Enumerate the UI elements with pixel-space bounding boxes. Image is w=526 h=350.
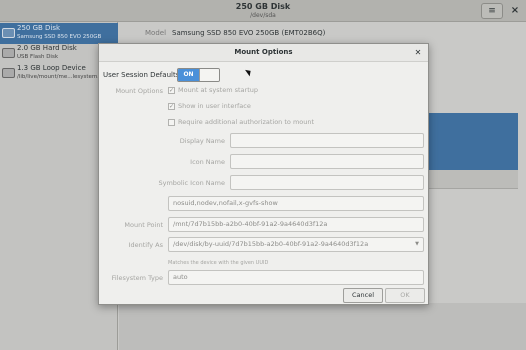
user-session-defaults-switch[interactable]: ON	[177, 68, 220, 82]
volume-toolbar	[425, 170, 518, 189]
display-name-field[interactable]	[230, 133, 424, 148]
identify-as-dropdown[interactable]: /dev/disk/by-uuid/7d7b15bb-a2b0-40bf-91a…	[168, 237, 424, 252]
symbolic-icon-name-field[interactable]	[230, 175, 424, 190]
device-name: 250 GB Disk	[17, 24, 61, 32]
filesystem-type-label: Filesystem Type	[111, 274, 163, 282]
display-name-label: Display Name	[179, 137, 225, 145]
dialog-titlebar: Mount Options ✕	[99, 44, 428, 62]
show-in-ui-checkbox[interactable]: ✓	[168, 103, 175, 110]
mount-options-field[interactable]: nosuid,nodev,nofail,x-gvfs-show	[168, 196, 424, 211]
require-auth-checkbox[interactable]	[168, 119, 175, 126]
device-name: 1.3 GB Loop Device	[17, 64, 86, 72]
cancel-button[interactable]: Cancel	[343, 288, 383, 303]
identify-as-value: /dev/disk/by-uuid/7d7b15bb-a2b0-40bf-91a…	[173, 240, 369, 248]
switch-knob[interactable]	[199, 69, 219, 81]
mount-options-dialog: Mount Options ✕ User Session Defaults ON…	[98, 43, 429, 305]
filesystem-type-field[interactable]: auto	[168, 270, 424, 285]
user-session-defaults-label: User Session Defaults	[103, 71, 180, 79]
mount-point-label: Mount Point	[124, 221, 163, 229]
mount-at-startup-label: Mount at system startup	[178, 86, 258, 94]
mount-at-startup-checkbox[interactable]: ✓	[168, 87, 175, 94]
switch-state: ON	[178, 69, 199, 81]
dropdown-arrow-icon: ▼	[415, 241, 419, 247]
header-bar: 250 GB Disk /dev/sda ≡ ×	[0, 0, 526, 22]
checkbox-check-icon: ✓	[169, 87, 175, 94]
close-icon[interactable]: ✕	[413, 47, 423, 59]
disk-icon	[2, 48, 15, 58]
mount-options-label: Mount Options	[115, 87, 163, 95]
symbolic-icon-name-label: Symbolic Icon Name	[158, 179, 226, 187]
device-detail: Samsung SSD 850 EVO 250GB	[17, 34, 102, 40]
show-in-ui-label: Show in user interface	[178, 102, 251, 110]
ok-button[interactable]: OK	[385, 288, 425, 303]
sidebar-item-250gb-disk[interactable]: 250 GB Disk Samsung SSD 850 EVO 250GB	[0, 23, 118, 44]
selected-partition	[425, 113, 518, 170]
model-value: Samsung SSD 850 EVO 250GB (EMT02B6Q)	[172, 29, 326, 37]
mount-point-field[interactable]: /mnt/7d7b15bb-a2b0-40bf-91a2-9a4640d3f12…	[168, 217, 424, 232]
disk-icon	[2, 28, 15, 38]
close-icon[interactable]: ×	[508, 3, 522, 19]
checkbox-check-icon: ✓	[169, 103, 175, 110]
disk-icon	[2, 68, 15, 78]
icon-name-field[interactable]	[230, 154, 424, 169]
volume-details	[119, 303, 526, 350]
window-title: 250 GB Disk	[235, 2, 291, 11]
identify-as-label: Identify As	[128, 241, 163, 249]
window-subtitle: /dev/sda	[250, 12, 276, 19]
icon-name-label: Icon Name	[190, 158, 225, 166]
device-name: 2.0 GB Hard Disk	[17, 44, 77, 52]
menu-icon[interactable]: ≡	[481, 3, 503, 19]
identify-as-hint: Matches the device with the given UUID	[168, 260, 269, 266]
dialog-title: Mount Options	[234, 48, 293, 56]
require-auth-label: Require additional authorization to moun…	[178, 118, 315, 126]
model-label: Model	[145, 29, 167, 37]
